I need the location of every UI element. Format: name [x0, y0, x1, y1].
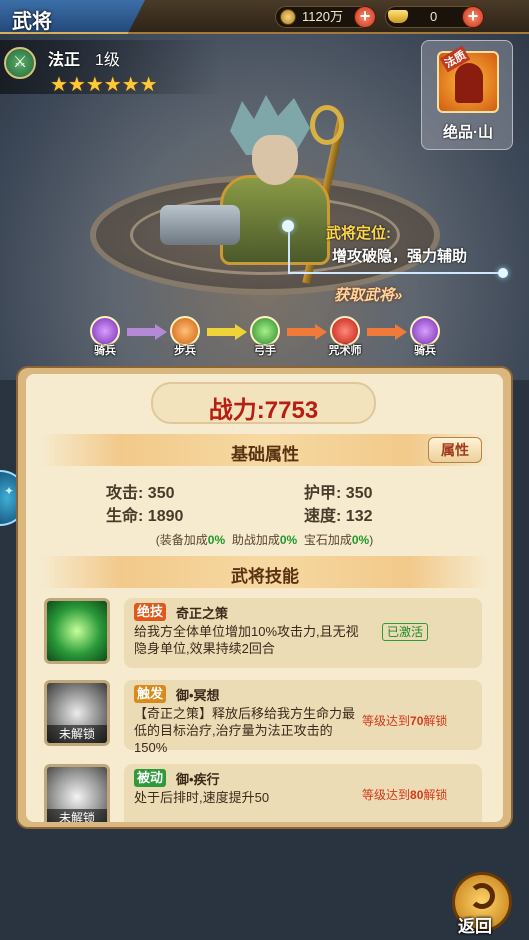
skill-description: 【奇正之策】释放后移给我方生命力最低的目标治疗,治疗量为法正攻击的150%	[134, 706, 356, 755]
evolution-label: 骑兵	[414, 345, 436, 357]
evolution-node-sorcerer[interactable]: 咒术师	[325, 316, 365, 357]
skill-unlock-requirement: 等级达到70解锁	[362, 712, 447, 729]
attack-stat: 攻击: 350	[106, 479, 175, 503]
evolution-node-infantry[interactable]: 步兵	[165, 316, 205, 357]
skill-description: 给我方全体单位增加10%攻击力,且无视隐身单位,效果持续2回合	[134, 624, 359, 656]
skill-tag: 被动	[134, 769, 167, 787]
return-arrow-icon	[469, 883, 495, 909]
obtain-hero-link[interactable]: 获取武将»	[334, 284, 402, 305]
skill-description: 处于后排时,速度提升50	[134, 790, 270, 805]
req-prefix: 等级达到	[362, 714, 411, 728]
skill-icon-wind: 未解锁	[44, 764, 110, 822]
req-suffix: 解锁	[423, 714, 448, 728]
skill-card: 触发 御•冥想 【奇正之策】释放后移给我方生命力最低的目标治疗,治疗量为法正攻击…	[124, 680, 482, 755]
base-attributes-header: 基础属性 属性	[40, 434, 490, 466]
skill-row[interactable]: 未解锁 被动 御•疾行 处于后排时,速度提升50 等级达到80解锁	[44, 764, 484, 822]
ingot-counter: 0 +	[385, 6, 484, 28]
evolution-label: 咒术师	[328, 345, 362, 357]
evolution-label: 弓手	[254, 345, 276, 357]
power-banner: 战力:7753	[151, 382, 376, 424]
hp-label: 生命:	[106, 508, 144, 525]
page-title: 武将	[12, 11, 52, 33]
skill-locked-label: 未解锁	[47, 809, 107, 822]
bonus-close: )	[369, 533, 374, 547]
evolution-arrow	[127, 324, 167, 340]
skill-tag: 绝技	[134, 603, 167, 621]
add-coins-button[interactable]: +	[354, 6, 376, 28]
quality-card[interactable]: 法质 绝品·山	[421, 40, 513, 150]
skill-name: 御•疾行	[176, 772, 220, 787]
assist-bonus-label: 助战加成	[231, 533, 280, 547]
coin-amount: 1120万	[302, 9, 343, 24]
armor-label: 护甲:	[304, 485, 342, 502]
evolution-arrow	[287, 324, 327, 340]
gem-bonus-label: 宝石加成	[303, 533, 352, 547]
hp-value: 1890	[147, 508, 184, 525]
equip-bonus-value: 0%	[207, 533, 226, 547]
gem-bonus-value: 0%	[351, 533, 370, 547]
evolution-label: 步兵	[174, 345, 196, 357]
position-description: 增攻破隐，强力辅助	[332, 248, 468, 265]
skill-name: 御•冥想	[176, 688, 220, 703]
req-suffix: 解锁	[423, 788, 448, 802]
coin-counter: 1120万 +	[275, 6, 376, 28]
skill-locked-label: 未解锁	[47, 725, 107, 743]
skill-name: 奇正之策	[176, 606, 229, 621]
evolution-label: 骑兵	[94, 345, 116, 357]
skill-card: 被动 御•疾行 处于后排时,速度提升50 等级达到80解锁	[124, 764, 482, 822]
evolution-node-cavalry[interactable]: 骑兵	[85, 316, 125, 357]
robed-figure-icon	[455, 63, 483, 103]
hp-stat: 生命: 1890	[106, 502, 183, 526]
armor-stat: 护甲: 350	[304, 479, 373, 503]
attack-value: 350	[147, 485, 175, 502]
evolution-node-cavalry-2[interactable]: 骑兵	[405, 316, 445, 357]
evolution-arrow	[207, 324, 247, 340]
combat-power: 战力:7753	[208, 397, 319, 424]
pointer-dot	[282, 220, 294, 232]
class-badge-icon: ⚔	[4, 47, 36, 79]
attributes-button[interactable]: 属性	[428, 437, 482, 463]
speed-value: 132	[345, 508, 373, 525]
section-title: 武将技能	[231, 567, 299, 586]
hero-name: 法正	[48, 52, 81, 69]
equip-bonus-label: (装备加成	[155, 533, 208, 547]
skills-header: 武将技能	[40, 556, 490, 588]
req-level: 70	[410, 714, 424, 728]
skill-status-badge: 已激活	[382, 623, 429, 641]
skill-icon-cross: 未解锁	[44, 680, 110, 746]
section-title: 基础属性	[231, 445, 299, 464]
armor-value: 350	[345, 485, 373, 502]
bonus-line: (装备加成0% 助战加成0% 宝石加成0%)	[26, 531, 503, 548]
evolution-node-archer[interactable]: 弓手	[245, 316, 285, 357]
quality-label: 绝品·山	[443, 124, 493, 141]
ingot-amount: 0	[430, 9, 438, 24]
speed-stat: 速度: 132	[304, 502, 373, 526]
add-ingots-button[interactable]: +	[462, 6, 484, 28]
skill-tag: 触发	[134, 685, 167, 703]
info-panel: 战力:7753 基础属性 属性 攻击: 350 护甲: 350 生命: 1890…	[26, 374, 503, 822]
back-label: 返回	[458, 917, 492, 936]
evolution-arrow	[367, 324, 407, 340]
staff-head	[310, 105, 344, 145]
quality-icon: 法质	[437, 45, 499, 113]
star-rating: ★★★★★★	[50, 74, 158, 96]
req-prefix: 等级达到	[362, 788, 411, 802]
hero-level: 1级	[95, 52, 120, 69]
position-title: 武将定位:	[326, 225, 391, 242]
skill-icon-green-swirl	[44, 598, 110, 664]
pointer-dot-end	[498, 268, 508, 278]
evolution-chain: 骑兵 步兵 弓手 咒术师 骑兵	[85, 316, 445, 358]
skill-row[interactable]: 未解锁 触发 御•冥想 【奇正之策】释放后移给我方生命力最低的目标治疗,治疗量为…	[44, 680, 484, 760]
skill-unlock-requirement: 等级达到80解锁	[362, 786, 447, 803]
skill-card: 绝技 奇正之策 给我方全体单位增加10%攻击力,且无视隐身单位,效果持续2回合 …	[124, 598, 482, 668]
ingot-icon	[388, 10, 408, 23]
req-level: 80	[410, 788, 424, 802]
attack-label: 攻击:	[106, 485, 144, 502]
hero-face	[252, 135, 298, 185]
coin-icon	[280, 9, 296, 25]
assist-bonus-value: 0%	[279, 533, 298, 547]
hero-claw	[160, 205, 240, 245]
skill-row[interactable]: 绝技 奇正之策 给我方全体单位增加10%攻击力,且无视隐身单位,效果持续2回合 …	[44, 598, 484, 678]
speed-label: 速度:	[304, 508, 342, 525]
